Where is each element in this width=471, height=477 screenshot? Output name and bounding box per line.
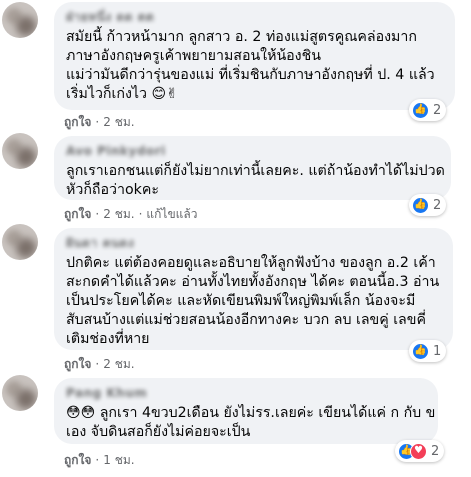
comment-line: เอง จับดินสอก็ยังไม่ค่อยจะเป็น [66, 424, 251, 440]
comment-text: ปกติคะ แต่ต้องคอยดูและอธิบายให้ลูกฟังบ้า… [66, 254, 441, 349]
avatar[interactable] [2, 2, 38, 38]
thumbs-up-icon: 👍 [412, 101, 429, 119]
avatar[interactable] [2, 224, 38, 260]
comment-actions: ถูกใจ · 2 ชม. [64, 113, 135, 132]
separator-dot: · [95, 115, 100, 129]
comment-text: 😳😳 ลูกเรา 4ขวบ2เดือน ยังไม่รร.เลยค่ะ เขี… [66, 404, 435, 442]
reaction-count: 1 [433, 343, 442, 359]
reaction-summary[interactable]: 👍 ♥ 2 [395, 440, 445, 462]
comment-actions: ถูกใจ · 2 ชม. [64, 355, 135, 374]
heart-icon: ♥ [410, 442, 427, 460]
reaction-summary[interactable]: 👍 2 [409, 99, 447, 121]
edited-label[interactable]: แก้ไขแล้ว [146, 207, 197, 221]
avatar[interactable] [2, 375, 38, 411]
comment-bubble: ฝ่ายหนึ่ง ดด ตต สมัยนี้ ก้าวหน้ามาก ลูกส… [54, 2, 455, 110]
like-button[interactable]: ถูกใจ [64, 357, 91, 371]
reaction-count: 2 [433, 197, 442, 213]
separator-dot: · [95, 453, 100, 467]
comment-line: สมัยนี้ ก้าวหน้ามาก ลูกสาว อ. 2 ท่องแม่ส… [66, 29, 417, 45]
comment-bubble: ฝันดา คนดง ปกติคะ แต่ต้องคอยดูและอธิบายใ… [54, 228, 453, 350]
timestamp[interactable]: 2 ชม. [103, 357, 134, 371]
thumbs-up-icon: 👍 [412, 196, 429, 214]
comment-line-text: เริ่มไวก็เก่งไว [66, 86, 147, 102]
comment-author[interactable]: Avo Pinkydori [66, 144, 439, 158]
comment-line: แม่ว่ามันดีกว่ารุ่นของแม่ ที่เริ่มชินกับ… [66, 67, 435, 83]
emoji: 😳😳 [66, 405, 96, 421]
separator-dot: · [95, 357, 100, 371]
comment-bubble: Avo Pinkydori ลูกเราเอกชนแต่ก็ยังไม่ยากเ… [54, 136, 451, 200]
comment-line: เป็นประโยคได้คะ และหัดเขียนพิมพ์ใหญ่พิมพ… [66, 293, 416, 309]
comment-line-last: เริ่มไวก็เก่งไว 😊✌ [66, 85, 443, 104]
comment-author[interactable]: Pang Khum [66, 386, 426, 400]
comment-line: เติมช่องที่หาย [66, 331, 150, 347]
like-button[interactable]: ถูกใจ [64, 207, 91, 221]
reaction-summary[interactable]: 👍 1 [409, 340, 447, 362]
comment-text: สมัยนี้ ก้าวหน้ามาก ลูกสาว อ. 2 ท่องแม่ส… [66, 28, 443, 104]
comment-author[interactable]: ฝ่ายหนึ่ง ดด ตต [66, 10, 443, 24]
emoji: 😊✌ [151, 86, 178, 102]
timestamp[interactable]: 2 ชม. [103, 207, 134, 221]
like-button[interactable]: ถูกใจ [64, 453, 91, 467]
comment-line: สะกดคำได้แล้วคะ อ่านทั้งไทยทั้งอังกฤษ ได… [66, 274, 440, 290]
thumbs-up-icon: 👍 [412, 342, 429, 360]
like-button[interactable]: ถูกใจ [64, 115, 91, 129]
comment-text: ลูกเราเอกชนแต่ก็ยังไม่ยากเท่านี้เลยคะ. แ… [66, 162, 445, 200]
comment-author[interactable]: ฝันดา คนดง [66, 236, 441, 250]
comment-actions: ถูกใจ · 2 ชม. · แก้ไขแล้ว [64, 205, 197, 224]
comment-line: ปกติคะ แต่ต้องคอยดูและอธิบายให้ลูกฟังบ้า… [66, 255, 436, 271]
reaction-summary[interactable]: 👍 2 [409, 194, 447, 216]
comment-line-first: 😳😳 ลูกเรา 4ขวบ2เดือน ยังไม่รร.เลยค่ะ เขี… [66, 404, 435, 423]
comment-line: ภาษาอังกฤษครูเค้าพยายามสอนให้น้องชิน [66, 48, 321, 64]
comment-bubble: Pang Khum 😳😳 ลูกเรา 4ขวบ2เดือน ยังไม่รร.… [54, 378, 438, 444]
comment-line-text: ลูกเรา 4ขวบ2เดือน ยังไม่รร.เลยค่ะ เขียนไ… [99, 405, 436, 421]
comment-line: ลูกเราเอกชนแต่ก็ยังไม่ยากเท่านี้เลยคะ. แ… [66, 163, 445, 179]
separator-dot: · [95, 207, 100, 221]
separator-dot: · [138, 207, 143, 221]
timestamp[interactable]: 2 ชม. [103, 115, 134, 129]
comment-actions: ถูกใจ · 1 ชม. [64, 451, 135, 470]
timestamp[interactable]: 1 ชม. [103, 453, 134, 467]
comment-line: หัวก็ถือว่าokคะ [66, 182, 159, 198]
comment-line: สับสนบ้างแต่แม่ช่วยสอนน้องอีกทางคะ บวก ล… [66, 312, 426, 328]
reaction-count: 2 [433, 102, 442, 118]
avatar[interactable] [2, 133, 38, 169]
reaction-count: 2 [431, 443, 440, 459]
